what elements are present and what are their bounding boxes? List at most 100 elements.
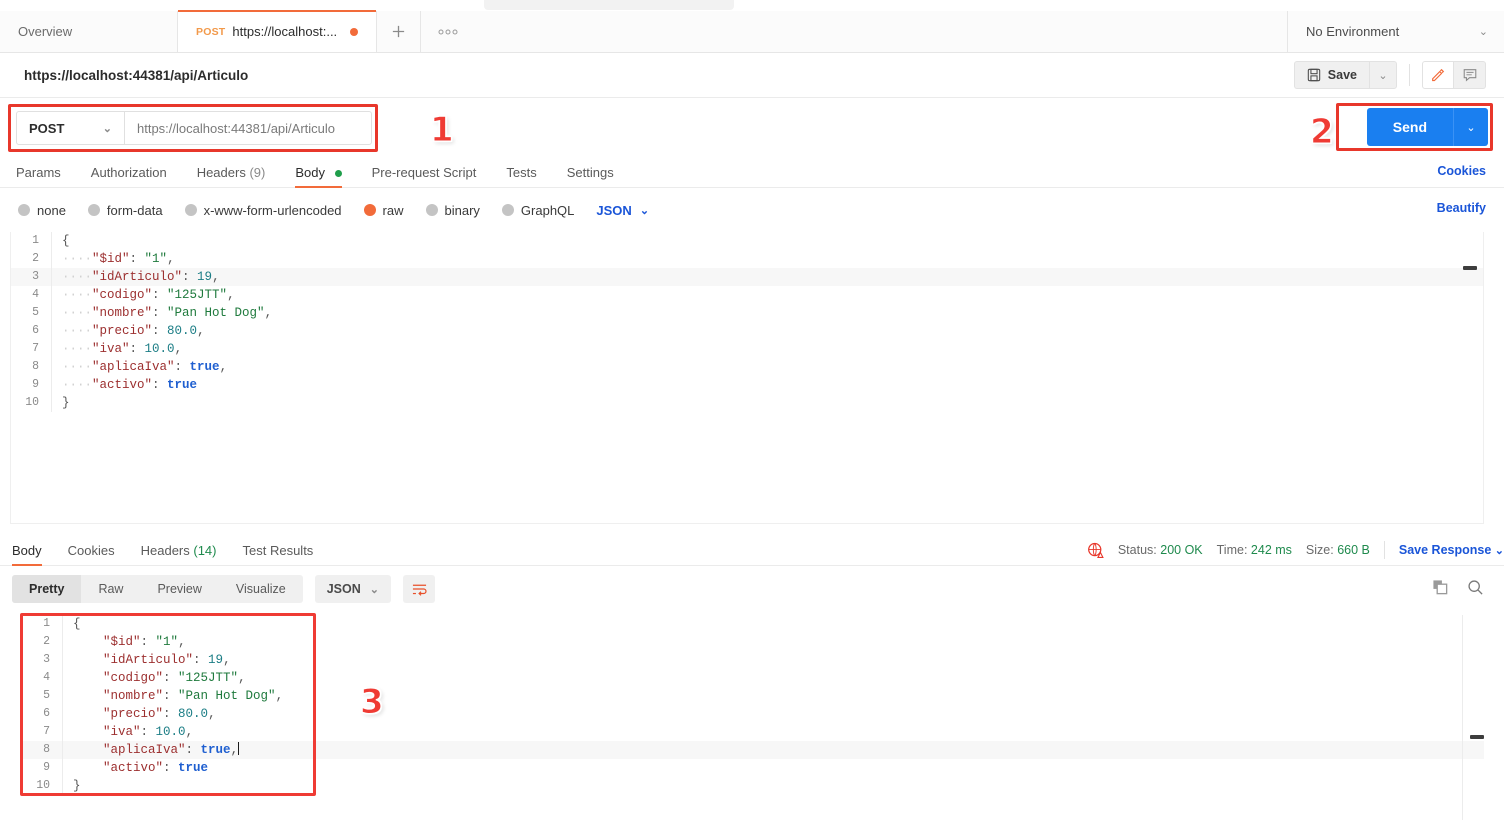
response-view-visualize[interactable]: Visualize (219, 575, 303, 603)
send-button[interactable]: Send (1366, 108, 1454, 146)
body-type-urlencoded[interactable]: x-www-form-urlencoded (184, 203, 342, 218)
send-dropdown-button[interactable]: ⌄ (1454, 108, 1488, 146)
request-tab-settings[interactable]: Settings (567, 165, 614, 187)
save-response-button[interactable]: Save Response ⌄ (1399, 543, 1504, 557)
unsaved-dot-icon (350, 27, 359, 36)
response-scrollbar[interactable] (1470, 735, 1484, 739)
response-view-pretty[interactable]: Pretty (12, 575, 82, 603)
json-sep: : (174, 360, 190, 374)
edit-request-button[interactable] (1422, 61, 1454, 89)
editor-scrollbar[interactable] (1463, 266, 1477, 270)
environment-selector[interactable]: No Environment ⌄ (1288, 11, 1504, 52)
toolbar-divider (1409, 64, 1410, 86)
response-view-preview[interactable]: Preview (140, 575, 218, 603)
json-string: "Pan Hot Dog" (167, 306, 265, 320)
save-button-label: Save (1327, 68, 1357, 82)
body-type-graphql[interactable]: GraphQL (501, 203, 574, 218)
environment-value: No Environment (1306, 24, 1400, 39)
json-boolean: true (200, 743, 231, 757)
json-number: 80.0 (178, 707, 209, 721)
line-content: ····"nombre": "Pan Hot Dog", (51, 304, 1483, 322)
response-tab-headers[interactable]: Headers (14) (141, 543, 217, 565)
code-line: 7 ····"iva": 10.0, (11, 340, 1483, 358)
request-tab-params[interactable]: Params (16, 165, 61, 187)
radio-icon (425, 204, 438, 216)
response-format-select[interactable]: JSON ⌄ (314, 575, 391, 603)
request-tab-tests[interactable]: Tests (506, 165, 536, 187)
request-tab-settings-label: Settings (566, 165, 614, 180)
body-type-raw[interactable]: raw (363, 203, 404, 218)
line-number: 9 (43, 761, 50, 774)
json-tail: , (230, 743, 239, 757)
chevron-down-icon: ⌄ (1478, 26, 1488, 38)
code-line: 5 "nombre": "Pan Hot Dog", (22, 687, 1484, 705)
response-tab-body[interactable]: Body (12, 543, 42, 566)
json-number: 10.0 (155, 725, 186, 739)
wrap-lines-icon (412, 584, 427, 596)
new-tab-button[interactable] (377, 11, 422, 52)
cookies-link[interactable]: Cookies (1437, 164, 1486, 178)
code-line: 1 { (11, 232, 1483, 250)
line-number: 2 (32, 252, 39, 265)
search-button[interactable] (1467, 579, 1484, 599)
request-tab-headers[interactable]: Headers (9) (197, 165, 266, 187)
wrap-lines-button[interactable] (403, 575, 435, 603)
request-body-editor[interactable]: 1 { 2 ····"$id": "1", 3 ····"idArticulo"… (10, 232, 1484, 524)
tab-overview[interactable]: Overview (0, 11, 178, 52)
response-view-raw[interactable]: Raw (81, 575, 140, 603)
request-code-area[interactable]: 1 { 2 ····"$id": "1", 3 ····"idArticulo"… (11, 232, 1483, 412)
body-type-form-data[interactable]: form-data (87, 203, 163, 218)
size-group: Size: 660 B (1306, 543, 1370, 557)
json-tail: , (178, 635, 186, 649)
json-sep: : (163, 689, 179, 703)
line-number: 10 (36, 779, 50, 792)
tab-strip: Overview POST https://localhost:... No E… (0, 10, 1504, 53)
response-tabs: Body Cookies Headers (14) Test Results S… (0, 533, 1504, 566)
tab-request-active[interactable]: POST https://localhost:... (178, 10, 378, 52)
code-line: 4 "codigo": "125JTT", (22, 669, 1484, 687)
request-tab-prerequest[interactable]: Pre-request Script (372, 165, 477, 187)
response-editor-rule (1462, 615, 1463, 820)
request-url-input[interactable]: https://localhost:44381/api/Articulo (125, 112, 371, 144)
line-number: 10 (25, 396, 39, 409)
response-code-area[interactable]: 1 { 2 "$id": "1", 3 "idArticulo": 19, 4 … (22, 615, 1484, 795)
body-type-none[interactable]: none (18, 203, 66, 218)
json-boolean: true (189, 360, 220, 374)
response-tab-cookies[interactable]: Cookies (68, 543, 115, 565)
json-key: "activo" (92, 378, 153, 392)
json-key: "$id" (103, 635, 141, 649)
response-body-viewer[interactable]: 1 { 2 "$id": "1", 3 "idArticulo": 19, 4 … (22, 615, 1484, 795)
json-tail: , (167, 252, 175, 266)
radio-icon (87, 204, 100, 216)
comment-button[interactable] (1454, 61, 1486, 89)
response-view-preview-label: Preview (157, 582, 202, 596)
tab-more-button[interactable] (421, 11, 475, 52)
line-number: 5 (43, 689, 50, 702)
json-string: "125JTT" (167, 288, 228, 302)
response-tab-cookies-label: Cookies (67, 543, 115, 558)
line-number: 7 (43, 725, 50, 738)
save-button[interactable]: Save (1293, 61, 1369, 89)
line-content: "idArticulo": 19, (62, 651, 1484, 669)
line-content: ····"activo": true (51, 376, 1483, 394)
request-tab-authorization[interactable]: Authorization (91, 165, 167, 187)
page-title: https://localhost:44381/api/Articulo (24, 67, 249, 83)
code-line: 3 ····"idArticulo": 19, (11, 268, 1483, 286)
response-tab-test-results[interactable]: Test Results (243, 543, 314, 565)
http-method-select[interactable]: POST ⌄ (17, 112, 125, 144)
line-number: 9 (32, 378, 39, 391)
comment-icon (1463, 69, 1476, 82)
beautify-link[interactable]: Beautify (1437, 201, 1486, 215)
size-label: Size: (1305, 543, 1334, 557)
save-dropdown-button[interactable]: ⌄ (1369, 61, 1397, 89)
json-number: 19 (197, 270, 213, 284)
body-format-select[interactable]: JSON ⌄ (596, 203, 649, 218)
json-tail: , (208, 707, 216, 721)
request-tab-authorization-label: Authorization (90, 165, 167, 180)
json-boolean: true (178, 761, 209, 775)
top-partial-element (484, 0, 734, 10)
code-line: 4 ····"codigo": "125JTT", (11, 286, 1483, 304)
copy-button[interactable] (1432, 579, 1449, 599)
request-tab-body[interactable]: Body (295, 165, 342, 188)
body-type-binary[interactable]: binary (425, 203, 480, 218)
